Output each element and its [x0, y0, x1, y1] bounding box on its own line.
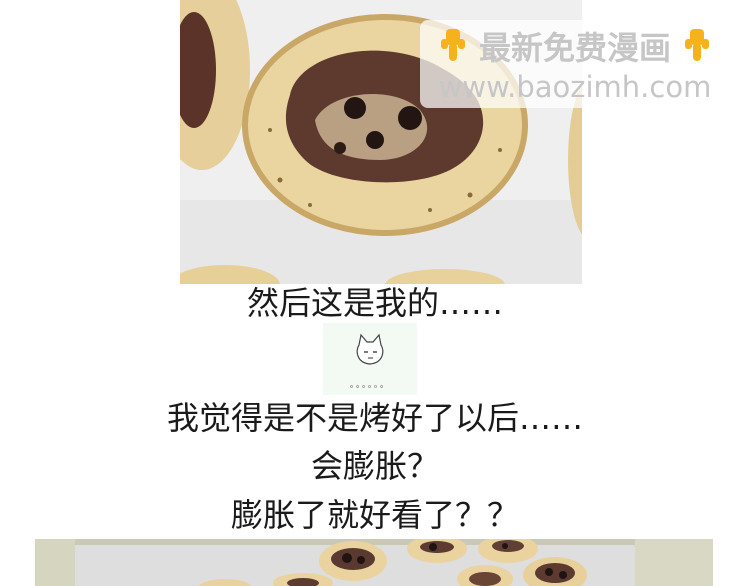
caption-line-3: 会膨胀？	[310, 447, 439, 485]
comic-page: 最新免费漫画 www.baozimh.com 然后这是我的…… 。。。。。。 我…	[0, 0, 750, 586]
sticker-dots: 。。。。。。	[350, 380, 390, 389]
cat-face-icon	[356, 333, 384, 365]
pointing-down-hand-icon	[438, 29, 468, 72]
pointing-down-hand-icon	[682, 29, 712, 72]
watermark-title-row: 最新免费漫画	[420, 28, 730, 72]
cookies-tray-photo	[35, 539, 713, 586]
watermark-url: www.baozimh.com	[438, 70, 712, 104]
watermark-title: 最新免费漫画	[478, 29, 671, 67]
caption-line-2: 我觉得是不是烤好了以后……	[166, 399, 583, 437]
reaction-sticker: 。。。。。。	[323, 323, 417, 395]
site-watermark: 最新免费漫画 www.baozimh.com	[420, 20, 730, 108]
caption-line-1: 然后这是我的……	[246, 284, 503, 322]
cookies-tray-graphic	[35, 539, 713, 586]
caption-line-4: 膨胀了就好看了？？	[230, 496, 519, 534]
